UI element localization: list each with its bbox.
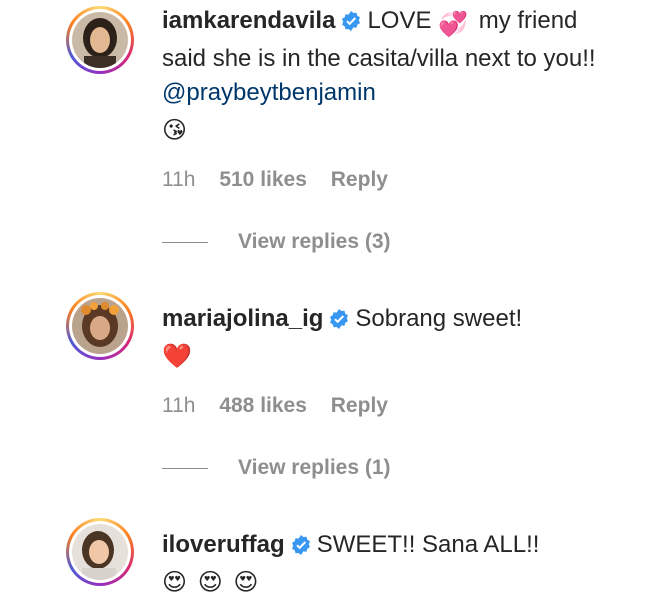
reply-button[interactable]: Reply <box>331 168 388 191</box>
verified-badge-icon <box>330 309 349 329</box>
heart-eyes-emoji-icon: 😍 <box>233 569 259 596</box>
avatar-photo-icon <box>72 524 128 580</box>
reply-button[interactable]: Reply <box>331 394 388 417</box>
username-mariajolina_ig[interactable]: mariajolina_ig <box>162 305 323 332</box>
view-replies-label[interactable]: View replies (3) <box>238 230 391 254</box>
verified-badge-icon <box>342 11 361 31</box>
red-heart-emoji-icon: ❤️ <box>162 343 192 370</box>
comment-text: SWEET!! Sana ALL!! <box>316 531 540 558</box>
username-iamkarendavila[interactable]: iamkarendavila <box>162 7 335 34</box>
replies-divider <box>162 467 208 469</box>
replies-divider <box>162 241 208 243</box>
likes-count[interactable]: 488 likes <box>219 394 307 417</box>
username-iloveruffag[interactable]: iloveruffag <box>162 531 285 558</box>
view-replies[interactable]: View replies (1) <box>162 456 391 480</box>
comment-text: Sobrang sweet! <box>355 305 523 332</box>
comment-meta: 11h 488 likes Reply <box>162 394 406 418</box>
kissing-face-emoji-icon: 😘 <box>162 117 188 144</box>
heart-eyes-emoji-icon: 😍 <box>197 569 223 596</box>
timestamp[interactable]: 11h <box>162 168 195 191</box>
likes-count[interactable]: 510 likes <box>219 168 307 191</box>
view-replies[interactable]: View replies (3) <box>162 230 391 254</box>
heart-eyes-emoji-icon: 😍 <box>162 569 188 596</box>
sparkling-hearts-emoji-icon: 💞 <box>438 11 469 38</box>
avatar-iamkarendavila[interactable] <box>66 6 134 74</box>
view-replies-label[interactable]: View replies (1) <box>238 456 391 480</box>
avatar-mariajolina_ig[interactable] <box>66 292 134 360</box>
avatar-iloveruffag[interactable] <box>66 518 134 586</box>
mention-link[interactable]: @praybeytbenjamin <box>162 79 376 106</box>
comment-meta: 11h 510 likes Reply <box>162 168 406 192</box>
avatar-photo-icon <box>72 298 128 354</box>
comment-text: LOVE <box>367 7 432 34</box>
avatar-photo-icon <box>72 12 128 68</box>
verified-badge-icon <box>291 535 310 555</box>
timestamp[interactable]: 11h <box>162 394 195 417</box>
